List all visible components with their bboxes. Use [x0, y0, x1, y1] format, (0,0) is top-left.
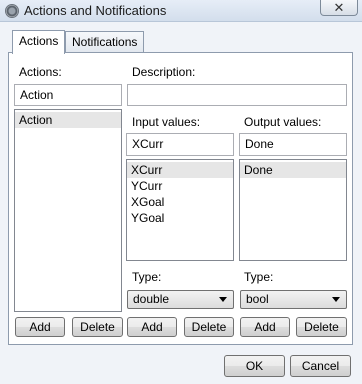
output-type-select[interactable]: bool	[240, 290, 347, 309]
output-values-list[interactable]: Done	[239, 159, 347, 261]
list-item[interactable]: Action	[15, 112, 121, 128]
action-name-field[interactable]: Action	[14, 84, 122, 106]
input-type-select[interactable]: double	[127, 290, 234, 309]
input-values-label: Input values:	[132, 115, 201, 129]
cancel-button[interactable]: Cancel	[290, 355, 351, 377]
output-value-name-field[interactable]: Done	[239, 133, 347, 156]
tab-notifications[interactable]: Notifications	[65, 31, 145, 52]
input-type-label: Type:	[132, 270, 162, 284]
add-input-button[interactable]: Add	[127, 317, 177, 337]
description-field[interactable]	[127, 84, 347, 106]
delete-input-button[interactable]: Delete	[184, 317, 234, 337]
actions-list[interactable]: Action	[14, 109, 122, 312]
input-values-list[interactable]: XCurr YCurr XGoal YGoal	[126, 159, 234, 261]
add-action-button[interactable]: Add	[15, 317, 65, 337]
delete-output-button[interactable]: Delete	[296, 317, 347, 337]
list-item[interactable]: XCurr	[127, 162, 233, 178]
close-icon: ✕	[333, 0, 345, 15]
actions-label: Actions:	[19, 65, 62, 79]
tab-actions[interactable]: Actions	[12, 30, 66, 54]
close-button[interactable]: ✕	[320, 0, 358, 16]
input-type-value: double	[133, 292, 170, 306]
app-gear-icon	[5, 4, 19, 18]
list-item[interactable]: YGoal	[127, 210, 233, 226]
ok-button[interactable]: OK	[224, 355, 285, 377]
tab-actions-label: Actions	[19, 34, 59, 48]
input-value-name-field[interactable]: XCurr	[126, 133, 234, 156]
chevron-down-icon	[332, 297, 340, 302]
output-type-value: bool	[246, 292, 269, 306]
list-item[interactable]: YCurr	[127, 178, 233, 194]
output-values-label: Output values:	[244, 115, 322, 129]
list-item[interactable]: Done	[240, 162, 346, 178]
add-output-button[interactable]: Add	[240, 317, 290, 337]
output-type-label: Type:	[244, 270, 274, 284]
list-item[interactable]: XGoal	[127, 194, 233, 210]
description-label: Description:	[132, 65, 196, 79]
title-bar: Actions and Notifications ✕	[0, 0, 362, 22]
chevron-down-icon	[219, 297, 227, 302]
window-title: Actions and Notifications	[24, 3, 167, 18]
tab-notifications-label: Notifications	[72, 35, 138, 49]
delete-action-button[interactable]: Delete	[72, 317, 123, 337]
